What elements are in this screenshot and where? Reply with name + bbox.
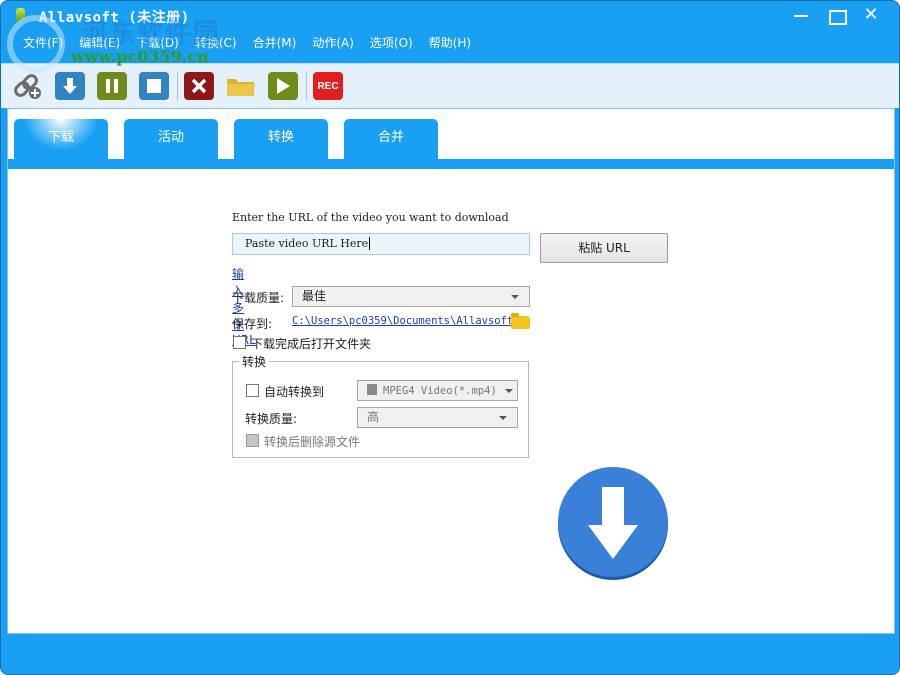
auto-convert-label: 自动转换到: [264, 385, 325, 399]
tab-activity[interactable]: 活动: [124, 119, 218, 159]
open-folder-checkbox[interactable]: [233, 336, 246, 349]
stop-icon: [147, 79, 161, 93]
chevron-down-icon: [505, 389, 513, 393]
browse-folder-icon[interactable]: [511, 313, 530, 329]
chevron-down-icon: [511, 295, 519, 299]
convert-group-title: 转换: [239, 353, 270, 370]
convert-format-select[interactable]: MPEG4 Video(*.mp4): [357, 380, 518, 401]
tab-bar: 下载 活动 转换 合并: [14, 119, 454, 159]
open-folder-button[interactable]: [226, 72, 256, 100]
start-download-button[interactable]: [558, 467, 668, 577]
record-button[interactable]: REC: [313, 72, 343, 100]
window-title: Allavsoft (未注册): [39, 10, 190, 26]
save-to-label: 保存到:: [232, 317, 273, 331]
toolbar-separator: [177, 71, 178, 101]
maximize-button[interactable]: [821, 5, 851, 27]
menu-merge[interactable]: 合并(M): [245, 33, 305, 55]
add-link-button[interactable]: [13, 72, 43, 100]
convert-group: 转换 自动转换到 MPEG4 Video(*.mp4) 转换质量: 高 转换后删…: [232, 353, 529, 458]
convert-quality-select[interactable]: 高: [357, 407, 518, 428]
menu-download[interactable]: 下载(D): [128, 33, 187, 55]
title-bar[interactable]: Allavsoft (未注册) ✕: [1, 1, 899, 31]
save-path-link[interactable]: C:\Users\pc0359\Documents\Allavsoft: [292, 315, 513, 327]
menu-convert[interactable]: 转换(C): [187, 33, 245, 55]
download-quality-select[interactable]: 最佳: [292, 286, 530, 307]
play-icon: [277, 78, 290, 94]
tab-convert[interactable]: 转换: [234, 119, 328, 159]
minimize-button[interactable]: [786, 5, 816, 27]
url-prompt: Enter the URL of the video you want to d…: [232, 211, 509, 224]
delete-source-checkbox[interactable]: [246, 434, 259, 447]
paste-url-button[interactable]: 粘贴 URL: [540, 233, 668, 263]
url-input-value: Paste video URL Here: [245, 237, 369, 250]
convert-format-value: MPEG4 Video(*.mp4): [383, 385, 497, 397]
menu-options[interactable]: 选项(O): [362, 33, 421, 55]
delete-button[interactable]: [184, 72, 214, 100]
download-quality-value: 最佳: [302, 289, 327, 303]
toolbar-separator: [306, 71, 307, 101]
auto-convert-checkbox[interactable]: [246, 384, 259, 397]
main-panel: 下载 活动 转换 合并 Enter the URL of the video y…: [7, 108, 895, 634]
download-quality-label: 下载质量:: [232, 291, 285, 305]
menu-edit[interactable]: 编辑(E): [71, 33, 128, 55]
link-plus-icon: [14, 74, 41, 99]
rec-icon: REC: [317, 80, 339, 92]
video-file-icon: [367, 384, 377, 395]
pause-button[interactable]: [97, 72, 127, 100]
chevron-down-icon: [499, 416, 507, 420]
app-icon: [16, 8, 25, 21]
download-button[interactable]: [55, 72, 85, 100]
download-arrow-icon: [63, 78, 77, 94]
pause-icon: [106, 79, 118, 93]
menu-file[interactable]: 文件(F): [15, 33, 71, 55]
delete-source-label: 转换后删除源文件: [264, 435, 361, 449]
open-folder-checkbox-label: 下载完成后打开文件夹: [251, 337, 372, 351]
folder-icon: [227, 79, 255, 96]
menu-action[interactable]: 动作(A): [304, 33, 362, 55]
menu-bar: 文件(F) 编辑(E) 下载(D) 转换(C) 合并(M) 动作(A) 选项(O…: [1, 33, 479, 55]
x-icon: [191, 78, 207, 94]
url-input[interactable]: Paste video URL Here: [232, 233, 530, 255]
tab-strip: [8, 159, 894, 169]
app-window: Allavsoft (未注册) ✕ 文件(F) 编辑(E) 下载(D) 转换(C…: [0, 0, 900, 675]
tab-merge[interactable]: 合并: [344, 119, 438, 159]
menu-help[interactable]: 帮助(H): [421, 33, 479, 55]
convert-quality-label: 转换质量:: [245, 412, 298, 426]
download-arrow-icon: [588, 487, 638, 559]
status-bar: [1, 639, 899, 674]
play-button[interactable]: [268, 72, 298, 100]
stop-button[interactable]: [139, 72, 169, 100]
tab-download[interactable]: 下载: [14, 119, 108, 159]
convert-quality-value: 高: [367, 410, 380, 424]
close-button[interactable]: ✕: [856, 5, 886, 27]
toolbar: REC: [1, 63, 899, 108]
